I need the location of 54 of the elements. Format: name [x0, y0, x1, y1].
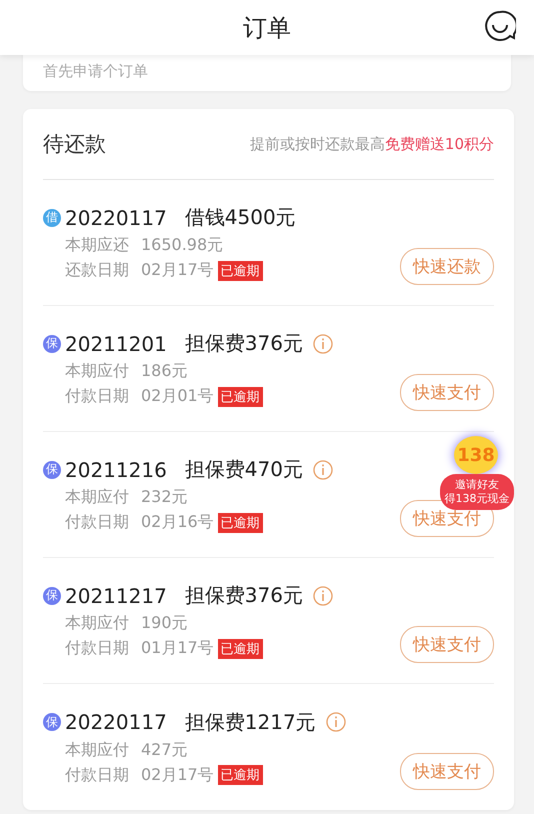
order-title: 借钱4500元	[184, 204, 296, 231]
overdue-tag: 已逾期	[218, 512, 263, 532]
overdue-tag: 已逾期	[218, 638, 263, 658]
info-icon[interactable]	[326, 712, 346, 732]
due-label: 付款日期	[65, 386, 129, 407]
order-date: 20211201	[65, 332, 167, 356]
order-title: 担保费376元	[184, 330, 303, 357]
overdue-tag: 已逾期	[218, 765, 263, 785]
overdue-tag: 已逾期	[218, 260, 263, 280]
pay-button[interactable]: 快速还款	[400, 248, 494, 285]
amount-label: 本期应付	[65, 613, 129, 634]
type-tag: 借	[43, 208, 61, 226]
order-title: 担保费470元	[184, 456, 303, 483]
due-label: 付款日期	[65, 512, 129, 533]
order-date: 20220117	[65, 206, 167, 230]
info-icon[interactable]	[312, 460, 333, 480]
section-title: 待还款	[43, 131, 106, 158]
order-title: 担保费1217元	[184, 708, 316, 736]
invite-tooltip[interactable]: 邀请好友 得138元现金	[440, 474, 514, 510]
due-date: 02月17号	[141, 260, 214, 281]
amount-value: 1650.98元	[141, 235, 224, 256]
amount-label: 本期应付	[65, 361, 129, 382]
pay-button[interactable]: 快速支付	[400, 752, 494, 790]
due-label: 还款日期	[65, 260, 129, 281]
type-tag: 保	[43, 586, 61, 604]
amount-label: 本期应付	[65, 487, 129, 508]
order-date: 20220117	[65, 710, 167, 734]
amount-value: 232元	[141, 487, 188, 508]
pay-button[interactable]: 快速支付	[400, 374, 494, 411]
chat-icon[interactable]	[484, 10, 516, 42]
due-date: 02月01号	[141, 386, 214, 407]
due-date: 02月16号	[141, 512, 214, 533]
info-icon[interactable]	[312, 586, 333, 606]
info-icon[interactable]	[312, 334, 333, 354]
order-date: 20211217	[65, 584, 167, 608]
order-date: 20211216	[65, 458, 167, 482]
type-tag: 保	[43, 713, 61, 731]
order-title: 担保费376元	[184, 582, 303, 609]
due-date: 02月17号	[141, 764, 214, 786]
amount-label: 本期应还	[65, 235, 129, 256]
amount-value: 427元	[141, 740, 188, 760]
due-label: 付款日期	[65, 764, 129, 786]
amount-value: 190元	[141, 613, 188, 634]
page-title: 订单	[243, 12, 291, 44]
overdue-tag: 已逾期	[218, 386, 263, 406]
card-text: 首先申请个订单	[43, 62, 148, 80]
amount-value: 186元	[141, 361, 188, 382]
amount-label: 本期应付	[65, 740, 129, 760]
pay-button[interactable]: 快速支付	[400, 626, 494, 663]
due-date: 01月17号	[141, 638, 214, 659]
due-label: 付款日期	[65, 638, 129, 659]
type-tag: 保	[43, 460, 61, 478]
promo-text: 提前或按时还款最高免费赠送10积分	[250, 134, 494, 154]
type-tag: 保	[43, 334, 61, 352]
